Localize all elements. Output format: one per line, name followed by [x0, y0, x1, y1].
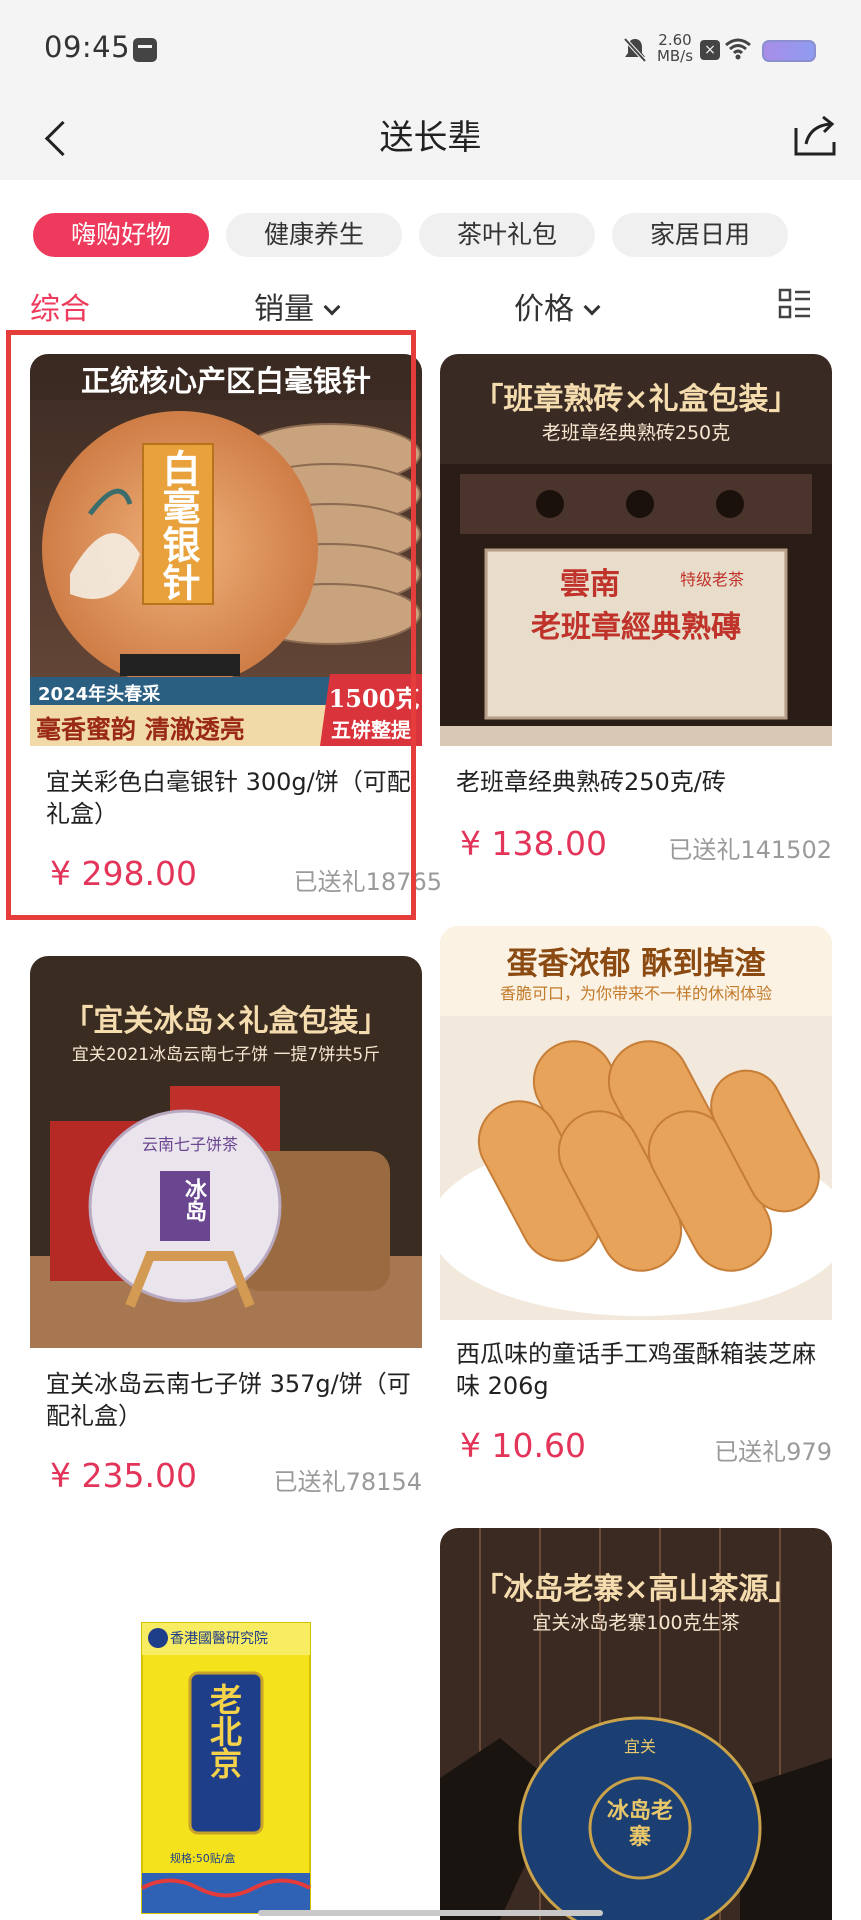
product-image-box-title: 老北京 — [205, 1683, 243, 1779]
page-title: 送长辈 — [379, 118, 482, 158]
product-name[interactable]: 老班章经典熟砖250克/砖 — [456, 766, 826, 798]
layout-toggle-icon[interactable] — [778, 288, 812, 320]
chevron-down-icon — [323, 298, 341, 316]
product-image-cake-label: 冰岛老寨 — [606, 1798, 673, 1850]
sort-sales[interactable]: 销量 — [254, 284, 341, 328]
product-image[interactable]: 「班章熟砖×礼盒包装」 老班章经典熟砖250克 雲南 特级老茶 老班章經典熟磚 — [440, 354, 832, 746]
category-chips: 嗨购好物 健康养生 茶叶礼包 家居日用 — [0, 180, 861, 280]
sort-comprehensive-label: 综合 — [30, 292, 90, 327]
sort-price-label: 价格 — [514, 292, 574, 327]
product-card[interactable]: 「班章熟砖×礼盒包装」 老班章经典熟砖250克 雲南 特级老茶 老班章經典熟磚 … — [440, 354, 832, 874]
battery-icon — [762, 40, 816, 62]
status-time: 09:45 — [44, 30, 131, 64]
product-card[interactable]: 香港國醫研究院 老北京 规格:50贴/盒 — [30, 1528, 422, 1920]
product-price: ¥ 10.60 — [460, 1426, 586, 1465]
product-image-brick-top: 雲南 — [560, 567, 620, 602]
product-image-sub: 香脆可口，为你带来不一样的休闲体验 — [499, 984, 772, 1003]
product-price: ¥ 235.00 — [50, 1456, 197, 1495]
highlight-box — [6, 330, 416, 920]
product-image-sub: 宜关冰岛老寨100克生茶 — [532, 1612, 740, 1634]
product-image[interactable]: 「冰岛老寨×高山茶源」 宜关冰岛老寨100克生茶 宜关 冰岛老寨 — [440, 1528, 832, 1920]
xbox-icon: × — [700, 40, 720, 60]
product-image-brick-main: 老班章經典熟磚 — [531, 610, 741, 645]
product-name[interactable]: 西瓜味的童话手工鸡蛋酥箱装芝麻味 206g — [456, 1338, 826, 1402]
sort-bar: 综合 销量 价格 — [0, 280, 861, 330]
home-indicator[interactable] — [258, 1910, 603, 1916]
product-sold-count: 已送礼979 — [714, 1438, 832, 1466]
product-card[interactable]: 「冰岛老寨×高山茶源」 宜关冰岛老寨100克生茶 宜关 冰岛老寨 — [440, 1528, 832, 1920]
product-image[interactable]: 蛋香浓郁 酥到掉渣 香脆可口，为你带来不一样的休闲体验 — [440, 926, 832, 1320]
product-price: ¥ 138.00 — [460, 824, 607, 863]
product-image[interactable]: 香港國醫研究院 老北京 规格:50贴/盒 — [30, 1528, 422, 1920]
product-image-org: 香港國醫研究院 — [170, 1631, 268, 1647]
chevron-down-icon — [583, 298, 601, 316]
net-speed: 2.60 MB/s — [655, 32, 695, 64]
notification-icon — [133, 38, 157, 62]
mute-icon — [623, 37, 647, 63]
chip-category[interactable]: 茶叶礼包 — [419, 213, 595, 257]
chip-category[interactable]: 健康养生 — [226, 213, 402, 257]
nav-bar: 送长辈 — [0, 102, 861, 180]
chip-category[interactable]: 嗨购好物 — [33, 213, 209, 257]
product-sold-count: 已送礼141502 — [668, 836, 832, 864]
sort-price[interactable]: 价格 — [514, 284, 601, 328]
product-image-sub: 宜关2021冰岛云南七子饼 一提7饼共5斤 — [71, 1045, 381, 1065]
sort-sales-label: 销量 — [254, 292, 314, 327]
product-sold-count: 已送礼78154 — [273, 1468, 422, 1496]
product-image-brick-side: 特级老茶 — [680, 570, 745, 589]
net-speed-value: 2.60 — [658, 31, 692, 49]
product-name[interactable]: 宜关冰岛云南七子饼 357g/饼（可配礼盒） — [46, 1368, 416, 1432]
product-image-banner: 「宜关冰岛×礼盒包装」 — [63, 1004, 389, 1039]
product-card[interactable]: 「宜关冰岛×礼盒包装」 宜关2021冰岛云南七子饼 一提7饼共5斤 云南七子饼茶… — [30, 956, 422, 1496]
product-image-cake-brand: 宜关 — [623, 1737, 656, 1756]
product-image-cake-label: 冰岛 — [181, 1178, 207, 1222]
product-image[interactable]: 「宜关冰岛×礼盒包装」 宜关2021冰岛云南七子饼 一提7饼共5斤 云南七子饼茶… — [30, 956, 422, 1348]
product-image-spec: 规格:50贴/盒 — [170, 1852, 236, 1865]
chip-category[interactable]: 家居日用 — [612, 213, 788, 257]
product-image-sub: 老班章经典熟砖250克 — [541, 422, 731, 444]
product-image-banner: 蛋香浓郁 酥到掉渣 — [506, 946, 766, 982]
sort-comprehensive[interactable]: 综合 — [30, 284, 90, 328]
product-image-cake-ring: 云南七子饼茶 — [141, 1135, 238, 1154]
product-image-banner: 「冰岛老寨×高山茶源」 — [473, 1572, 799, 1607]
status-bar: 09:45 2.60 MB/s × — [0, 0, 861, 102]
product-card[interactable]: 蛋香浓郁 酥到掉渣 香脆可口，为你带来不一样的休闲体验 西瓜味的童话手工鸡蛋酥箱… — [440, 926, 832, 1466]
product-image-banner: 「班章熟砖×礼盒包装」 — [473, 382, 799, 417]
share-icon[interactable] — [790, 110, 840, 160]
net-speed-unit: MB/s — [656, 47, 694, 65]
wifi-icon — [725, 38, 751, 60]
